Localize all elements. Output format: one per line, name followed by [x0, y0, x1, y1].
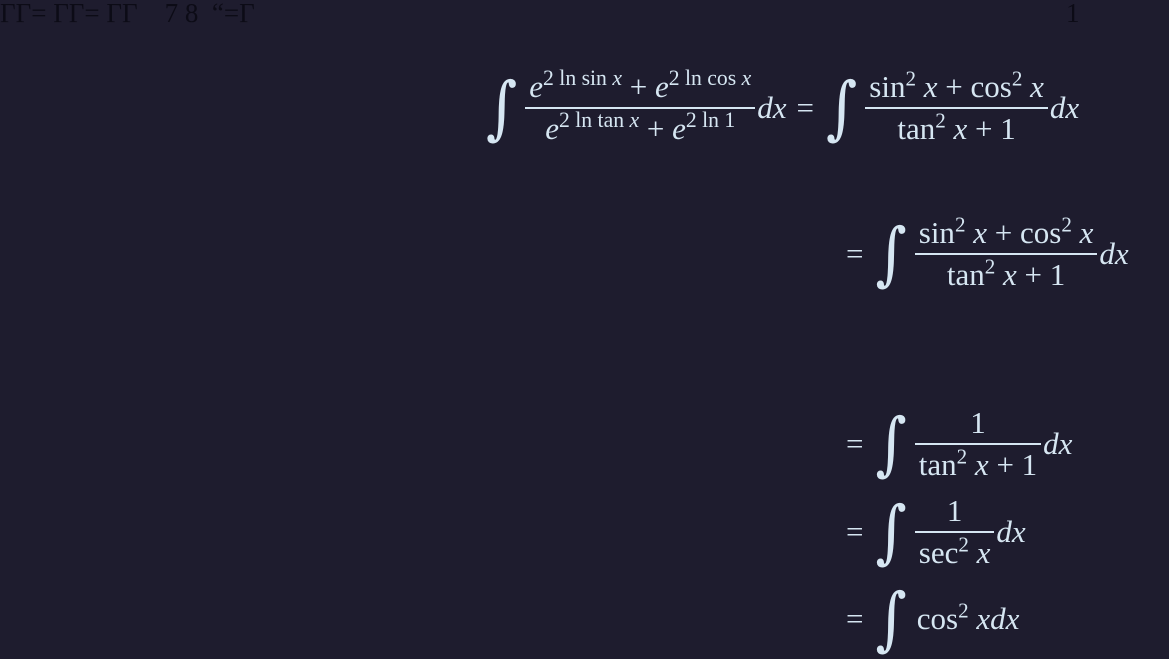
differential: dx [1043, 426, 1073, 461]
rhs-denominator: sec2 x [918, 532, 991, 570]
page-number: 1 [1066, 0, 1080, 28]
differential: dx [996, 514, 1026, 549]
header-strip: ΓΓ= ΓΓ= ΓΓ 7 8 “=Γ 1 [0, 0, 1169, 30]
differential: dx [1049, 90, 1080, 125]
rhs-fraction: 1 tan2 x + 1 [914, 405, 1042, 482]
rhs-numerator: sin2 x + cos2 x [869, 66, 1044, 105]
equals-sign: = [846, 236, 864, 271]
equation-line-1: ∫ e2 ln sin x + e2 ln cos x e2 ln tan x … [484, 62, 1079, 154]
rhs-denominator: tan2 x + 1 [918, 444, 1038, 482]
integral-sign: ∫ [486, 67, 518, 149]
equation-line-5: = ∫ cos2 xdx [846, 580, 1019, 658]
integral-sign: ∫ [875, 491, 907, 573]
rhs-fraction: 1 sec2 x [914, 493, 995, 570]
equation-line-3: = ∫ 1 tan2 x + 1 dx [846, 398, 1072, 490]
rhs-denominator: tan2 x + 1 [946, 254, 1066, 292]
fraction-bar [914, 443, 1042, 445]
equals-sign: = [796, 90, 814, 125]
integral-sign: ∫ [875, 213, 907, 295]
fraction-bar [865, 107, 1048, 109]
integral-sign: ∫ [826, 67, 858, 149]
equation-line-2: = ∫ sin2 x + cos2 x tan2 x + 1 dx [846, 208, 1129, 300]
lhs-numerator: e2 ln sin x + e2 ln cos x [529, 66, 752, 105]
equation-line-4: = ∫ 1 sec2 x dx [846, 488, 1026, 576]
integral-sign: ∫ [875, 403, 907, 485]
fraction-bar [914, 531, 995, 533]
rhs-numerator: sin2 x + cos2 x [918, 212, 1094, 251]
rhs-denominator: tan2 x + 1 [897, 108, 1016, 146]
equals-sign: = [846, 514, 864, 549]
rhs-numerator: 1 [946, 493, 963, 529]
rhs-fraction: sin2 x + cos2 x tan2 x + 1 [865, 66, 1048, 146]
integral-sign: ∫ [875, 578, 907, 659]
rhs-integrand: cos2 xdx [916, 598, 1020, 636]
lhs-denominator: e2 ln tan x + e2 ln 1 [545, 108, 736, 146]
header-garbled-text: ΓΓ= ΓΓ= ΓΓ 7 8 “=Γ [0, 0, 255, 28]
rhs-fraction: sin2 x + cos2 x tan2 x + 1 [914, 212, 1098, 292]
differential: dx [1099, 236, 1129, 271]
lhs-fraction: e2 ln sin x + e2 ln cos x e2 ln tan x + … [525, 66, 756, 146]
fraction-bar [914, 253, 1098, 255]
equals-sign: = [846, 426, 864, 461]
equals-sign: = [846, 601, 864, 636]
differential: dx [757, 90, 787, 125]
rhs-numerator: 1 [970, 405, 986, 441]
